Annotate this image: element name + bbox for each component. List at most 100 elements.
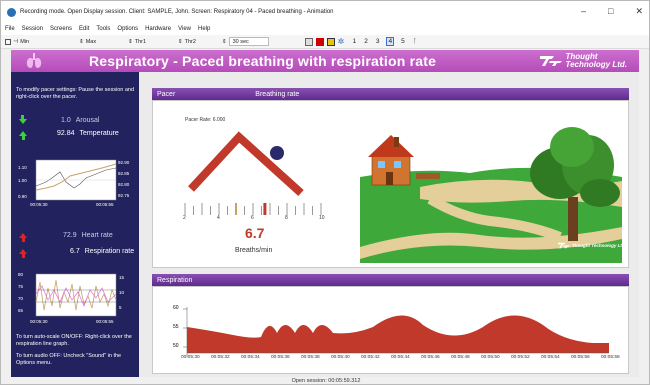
screen-2-button[interactable]: 2 (363, 38, 369, 45)
min-label: Min (20, 38, 30, 45)
max-field[interactable]: ⇕ Max (79, 39, 96, 45)
maximize-button[interactable]: □ (608, 6, 613, 17)
hr-y-right-0: 15 (119, 275, 125, 280)
time-field[interactable]: ⇕ 30 sec (222, 37, 269, 46)
scene-logo-text: Thought Technology Ltd. (572, 243, 626, 248)
brand-line2: Technology Ltd. (565, 60, 627, 69)
menu-hardware[interactable]: Hardware (145, 26, 171, 32)
menu-tools[interactable]: Tools (96, 26, 110, 32)
respiration-x-tick: 00:05:34 (241, 355, 260, 360)
thr1-field[interactable]: ⇕ Thr1 (128, 39, 146, 45)
thr1-label: Thr1 (134, 38, 147, 45)
resp-rate-value: 6.7 (70, 248, 80, 255)
breathing-rate-unit: Breaths/min (235, 247, 273, 254)
menu-options[interactable]: Options (117, 26, 138, 32)
thr2-field[interactable]: ⇕ Thr2 (178, 39, 196, 45)
close-button[interactable]: ✕ (635, 6, 643, 17)
temp-y-left-0: 1.10 (18, 165, 27, 170)
temp-y-right-0: 92.90 (118, 160, 130, 165)
spin-icon: ⇕ (79, 38, 84, 45)
scale-label: 6 (251, 215, 254, 221)
hr-x-0: 00:05:30 (30, 319, 48, 324)
wand-icon: ⊣ (13, 39, 19, 45)
pause-button[interactable] (304, 37, 313, 46)
tt-logo-icon (539, 56, 562, 66)
gear-icon[interactable]: ✲ (338, 37, 346, 46)
screen-4-button[interactable]: 4 (386, 37, 395, 46)
menu-file[interactable]: File (5, 26, 15, 32)
respiration-panel[interactable]: 60 55 50 00:05:30 00:05:32 00:05:34 00:05:3… (152, 286, 629, 374)
arousal-row: 1.0 Arousal (19, 116, 99, 124)
arousal-value: 1.0 (61, 116, 71, 124)
time-select[interactable]: 30 sec (228, 37, 269, 46)
respiration-x-tick: 00:05:36 (271, 355, 290, 360)
record-button[interactable] (315, 37, 324, 46)
menu-edit[interactable]: Edit (79, 26, 89, 32)
tab-breathing-rate: Breathing rate (255, 90, 300, 98)
breath-rate-marker (263, 203, 267, 215)
tab-pacer: Pacer (157, 90, 176, 98)
respiration-x-tick: 00:05:56 (571, 355, 590, 360)
max-label: Max (85, 38, 97, 45)
resp-rate-row: 6.7 Respiration rate (19, 248, 134, 258)
heart-rate-chart[interactable]: 80 75 70 65 15 10 5 00:05:30 00:05:55 (16, 272, 134, 330)
arrow-up-icon (19, 249, 27, 258)
respiration-x-tick: 00:05:40 (331, 355, 350, 360)
temp-x-0: 00:05:30 (30, 202, 48, 207)
arrow-up-icon (19, 131, 27, 140)
scene-logo: Thought Technology Ltd. (558, 242, 626, 249)
respiration-x-tick: 00:05:42 (361, 355, 380, 360)
temp-x-1: 00:05:55 (96, 202, 114, 207)
respiration-x-tick: 00:05:32 (211, 355, 230, 360)
respiration-x-axis: 00:05:30 00:05:32 00:05:34 00:05:36 00:05:38… (181, 355, 621, 363)
title-bar: Recording mode. Open Display session. Cl… (1, 1, 649, 23)
pacer-panel-header: Pacer Breathing rate (152, 88, 629, 100)
temperature-chart[interactable]: 1.10 1.00 0.90 92.90 92.85 92.80 92.75 0… (16, 158, 134, 214)
temperature-value: 92.84 (57, 130, 75, 137)
temperature-row: 92.84 Temperature (19, 130, 119, 140)
scale-label: 10 (319, 215, 325, 221)
respiration-x-tick: 00:05:48 (451, 355, 470, 360)
screen-3-button[interactable]: 3 (375, 38, 381, 45)
resp-y-1: 55 (173, 324, 179, 330)
heart-rate-label: Heart rate (81, 232, 113, 239)
thr2-label: Thr2 (184, 38, 196, 45)
resp-y-0: 60 (173, 305, 179, 311)
menu-screens[interactable]: Screens (50, 26, 72, 32)
respiration-panel-header: Respiration (152, 274, 629, 286)
respiration-title: Respiration (157, 276, 193, 284)
spin-icon: ⇕ (221, 38, 227, 45)
autoscale-note: To turn auto-scale ON/OFF: Right-click o… (16, 334, 132, 347)
brand-logo: Thought Technology Ltd. (539, 53, 627, 69)
temp-y-right-1: 92.85 (118, 171, 130, 176)
hr-y-left-0: 80 (18, 272, 24, 277)
hr-y-right-2: 5 (119, 305, 122, 310)
scale-label: 2 (183, 215, 186, 221)
pacer-instructions: To modify pacer settings: Pause the sess… (16, 87, 135, 100)
main-area: Pacer Breathing rate Pacer Rate: 6.000 2… (139, 72, 639, 377)
status-bar: Open session: 00:05:59.312 (1, 377, 649, 384)
respiration-x-tick: 00:05:44 (391, 355, 410, 360)
hr-x-1: 00:05:55 (96, 319, 114, 324)
toolbar: ⊣ Min ⇕ Max ⇕ Thr1 ⇕ Thr2 ⇕ 30 sec ✲ 1 2… (1, 35, 649, 49)
pacer-ball (270, 146, 284, 160)
scale-labels: 2 4 6 8 10 (183, 215, 325, 222)
arrow-up-icon (19, 233, 27, 242)
menu-help[interactable]: Help (198, 26, 210, 32)
hr-y-left-2: 70 (18, 296, 24, 301)
pause-icon[interactable] (326, 37, 335, 46)
screen-1-button[interactable]: 1 (352, 38, 358, 45)
menu-view[interactable]: View (178, 26, 191, 32)
minimize-button[interactable]: – (581, 6, 586, 17)
min-field[interactable]: ⊣ Min (5, 38, 29, 45)
hr-y-right-1: 10 (119, 290, 125, 295)
menu-session[interactable]: Session (22, 26, 43, 32)
screen-5-button[interactable]: 5 (400, 38, 406, 45)
layout-icon[interactable]: ᛚ (412, 38, 418, 45)
respiration-x-tick: 00:05:52 (511, 355, 530, 360)
breathing-pacer[interactable] (181, 123, 321, 203)
screen-header: Respiratory - Paced breathing with respi… (11, 50, 639, 72)
respiration-x-tick: 00:05:54 (541, 355, 560, 360)
breathing-rate-value: 6.7 (245, 225, 265, 241)
lungs-icon (26, 53, 42, 68)
